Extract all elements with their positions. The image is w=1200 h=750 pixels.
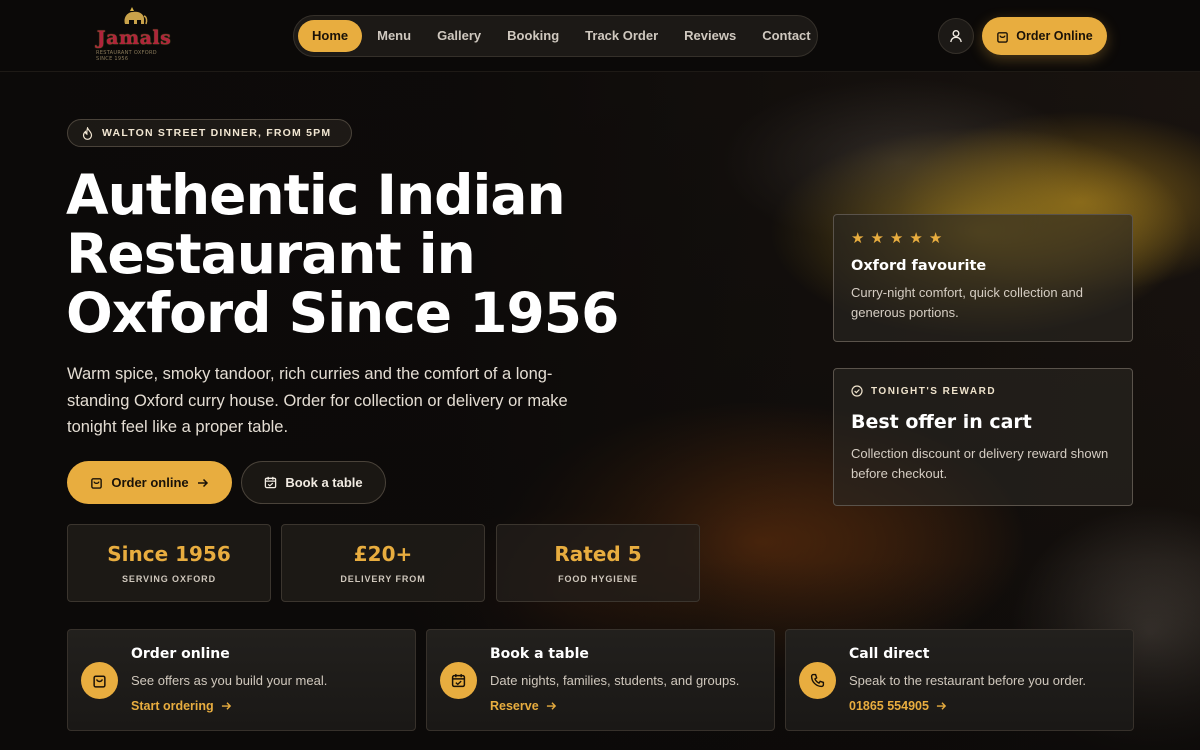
- flame-icon: [82, 126, 93, 140]
- feature-title: Book a table: [490, 646, 589, 662]
- feature-text: See offers as you build your meal.: [131, 673, 328, 688]
- feature-text: Date nights, families, students, and gro…: [490, 673, 740, 688]
- stat-label: DELIVERY FROM: [340, 574, 426, 584]
- hero-eyebrow-text: WALTON STREET DINNER, FROM 5PM: [102, 127, 332, 139]
- account-button[interactable]: [938, 18, 974, 54]
- calendar-icon: [451, 674, 466, 688]
- reward-card: TONIGHT'S REWARD Best offer in cart Coll…: [833, 368, 1133, 506]
- nav-booking[interactable]: Booking: [496, 20, 570, 52]
- feature-link-label: Reserve: [490, 699, 539, 713]
- stat-label: SERVING OXFORD: [122, 574, 216, 584]
- order-online-header-label: Order Online: [1016, 29, 1093, 43]
- site-header: Jamals RESTAURANT OXFORD SINCE 1956 Home…: [0, 0, 1200, 72]
- stat-since: Since 1956 SERVING OXFORD: [67, 524, 271, 602]
- feature-card-order: Order online See offers as you build you…: [67, 629, 416, 731]
- hero-headline-line-3: Oxford Since 1956: [66, 281, 619, 345]
- hero-eyebrow-badge: WALTON STREET DINNER, FROM 5PM: [67, 119, 352, 147]
- phone-number-link[interactable]: 01865 554905: [849, 699, 947, 713]
- reward-eyebrow-text: TONIGHT'S REWARD: [871, 385, 997, 397]
- feature-link-label: Start ordering: [131, 699, 214, 713]
- order-online-header-button[interactable]: Order Online: [982, 17, 1107, 55]
- check-circle-icon: [851, 385, 863, 397]
- feature-icon-circle: [440, 662, 477, 699]
- arrow-right-icon: [546, 702, 556, 710]
- book-table-button-label: Book a table: [285, 475, 363, 490]
- reward-eyebrow: TONIGHT'S REWARD: [851, 385, 1115, 397]
- star-icon: ★: [909, 229, 923, 247]
- reserve-link[interactable]: Reserve: [490, 699, 557, 713]
- phone-icon: [810, 673, 825, 688]
- star-icon: ★: [870, 229, 884, 247]
- stat-label: FOOD HYGIENE: [558, 574, 638, 584]
- user-icon: [950, 30, 962, 43]
- brand-logo[interactable]: Jamals RESTAURANT OXFORD SINCE 1956: [96, 6, 172, 64]
- nav-menu[interactable]: Menu: [366, 20, 422, 52]
- feature-text: Speak to the restaurant before you order…: [849, 673, 1087, 688]
- logo-wordmark: Jamals: [96, 27, 172, 49]
- star-rating: ★ ★ ★ ★ ★: [851, 231, 1115, 246]
- hero-headline-line-2: Restaurant in: [66, 222, 476, 286]
- star-icon: ★: [928, 229, 943, 247]
- arrow-right-icon: [197, 478, 208, 487]
- book-table-button[interactable]: Book a table: [241, 461, 386, 504]
- arrow-right-icon: [936, 702, 947, 710]
- shopping-bag-icon: [93, 675, 106, 688]
- favourite-card-text: Curry-night comfort, quick collection an…: [851, 285, 1083, 320]
- star-icon: ★: [851, 229, 865, 247]
- order-online-button-label: Order online: [111, 475, 189, 490]
- elephant-icon: [124, 7, 148, 25]
- hero-headline-line-1: Authentic Indian: [66, 163, 566, 227]
- order-online-button[interactable]: Order online: [67, 461, 232, 504]
- nav-contact[interactable]: Contact: [751, 20, 821, 52]
- favourite-card: ★ ★ ★ ★ ★ Oxford favourite Curry-night c…: [833, 214, 1133, 342]
- hero-description: Warm spice, smoky tandoor, rich curries …: [67, 365, 568, 436]
- stat-hygiene: Rated 5 FOOD HYGIENE: [496, 524, 700, 602]
- logo-tagline: RESTAURANT OXFORD SINCE 1956: [96, 50, 157, 62]
- hero-headline: Authentic Indian Restaurant in Oxford Si…: [66, 166, 686, 343]
- shopping-bag-icon: [997, 31, 1009, 43]
- feature-link-label: 01865 554905: [849, 699, 929, 713]
- reward-card-text: Collection discount or delivery reward s…: [851, 446, 1109, 481]
- reward-card-title: Best offer in cart: [851, 411, 1032, 433]
- nav-gallery[interactable]: Gallery: [426, 20, 492, 52]
- star-icon: ★: [889, 229, 904, 247]
- feature-title: Order online: [131, 646, 230, 662]
- stat-delivery: £20+ DELIVERY FROM: [281, 524, 485, 602]
- calendar-icon: [265, 476, 277, 489]
- nav-reviews[interactable]: Reviews: [673, 20, 747, 52]
- stat-value: Rated 5: [554, 542, 642, 566]
- arrow-right-icon: [221, 702, 231, 710]
- feature-icon-circle: [81, 662, 118, 699]
- feature-title: Call direct: [849, 646, 930, 662]
- start-ordering-link[interactable]: Start ordering: [131, 699, 232, 713]
- main-nav: Home Menu Gallery Booking Track Order Re…: [293, 15, 818, 57]
- feature-card-call: Call direct Speak to the restaurant befo…: [785, 629, 1134, 731]
- stat-value: £20+: [353, 542, 413, 566]
- favourite-card-title: Oxford favourite: [851, 258, 987, 274]
- feature-icon-circle: [799, 662, 836, 699]
- stat-value: Since 1956: [107, 542, 231, 566]
- shopping-bag-icon: [91, 478, 103, 489]
- feature-card-book: Book a table Date nights, families, stud…: [426, 629, 775, 731]
- nav-track-order[interactable]: Track Order: [574, 20, 669, 52]
- nav-home[interactable]: Home: [298, 20, 363, 52]
